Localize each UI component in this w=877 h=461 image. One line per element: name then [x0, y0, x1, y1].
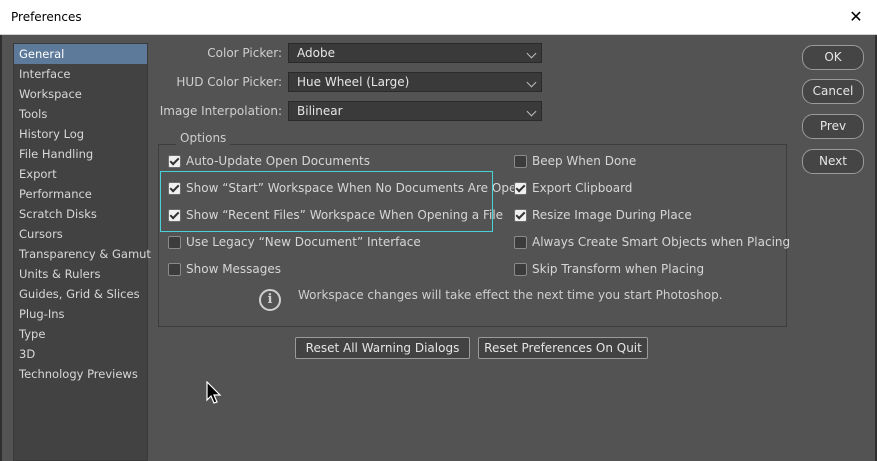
sidebar-item-3d[interactable]: 3D [14, 344, 147, 364]
color-picker-value: Adobe [297, 46, 335, 60]
checkbox-label: Export Clipboard [532, 181, 633, 195]
checkbox-label: Skip Transform when Placing [532, 262, 705, 276]
sidebar-item-guides-grid-slices[interactable]: Guides, Grid & Slices [14, 284, 147, 304]
image-interpolation-select[interactable]: Bilinear [288, 101, 542, 121]
checkbox-unchecked-icon [514, 155, 527, 168]
close-icon[interactable]: ✕ [845, 6, 867, 28]
sidebar-item-history-log[interactable]: History Log [14, 124, 147, 144]
sidebar-item-interface[interactable]: Interface [14, 64, 147, 84]
image-interpolation-row: Image Interpolation: [160, 101, 282, 121]
sidebar-item-type[interactable]: Type [14, 324, 147, 344]
reset-preferences-on-quit-button[interactable]: Reset Preferences On Quit [478, 337, 648, 359]
options-title: Options [176, 131, 231, 145]
checkbox-label: Auto-Update Open Documents [186, 154, 370, 168]
cancel-button[interactable]: Cancel [802, 79, 864, 104]
checkbox-label: Beep When Done [532, 154, 637, 168]
checkbox-unchecked-icon [168, 263, 181, 276]
prev-button[interactable]: Prev [802, 114, 864, 139]
sidebar-item-tools[interactable]: Tools [14, 104, 147, 124]
color-picker-select[interactable]: Adobe [288, 43, 542, 63]
title-bar: Preferences ✕ [0, 0, 877, 35]
checkbox-unchecked-icon [168, 236, 181, 249]
checkbox-label: Always Create Smart Objects when Placing [532, 235, 791, 249]
color-picker-label: Color Picker: [207, 46, 282, 60]
hud-color-picker-select[interactable]: Hue Wheel (Large) [288, 72, 542, 92]
chevron-down-icon [526, 77, 537, 88]
sidebar-item-cursors[interactable]: Cursors [14, 224, 147, 244]
color-picker-row: Color Picker: [160, 43, 282, 63]
checkbox-label: Resize Image During Place [532, 208, 692, 222]
next-button[interactable]: Next [802, 149, 864, 174]
sidebar-item-scratch-disks[interactable]: Scratch Disks [14, 204, 147, 224]
chevron-down-icon [526, 48, 537, 59]
info-icon: i [259, 289, 281, 311]
hud-color-picker-value: Hue Wheel (Large) [297, 75, 410, 89]
sidebar-item-technology-previews[interactable]: Technology Previews [14, 364, 147, 384]
highlight-box [160, 171, 493, 232]
sidebar-item-export[interactable]: Export [14, 164, 147, 184]
sidebar-item-general[interactable]: General [14, 44, 147, 64]
mouse-cursor-icon [206, 381, 222, 404]
checkbox-unchecked-icon [514, 263, 527, 276]
checkbox-label: Use Legacy “New Document” Interface [186, 235, 421, 249]
window-title: Preferences [11, 10, 82, 24]
sidebar-item-transparency-gamut[interactable]: Transparency & Gamut [14, 244, 151, 264]
image-interpolation-label: Image Interpolation: [159, 104, 282, 118]
checkbox-label: Show Messages [186, 262, 282, 276]
sidebar: General Interface Workspace Tools Histor… [13, 43, 151, 461]
checkbox-unchecked-icon [514, 236, 527, 249]
hud-color-picker-row: HUD Color Picker: [160, 72, 282, 92]
ok-button[interactable]: OK [802, 45, 864, 70]
checkbox-checked-icon [514, 182, 527, 195]
sidebar-item-units-rulers[interactable]: Units & Rulers [14, 264, 147, 284]
sidebar-item-performance[interactable]: Performance [14, 184, 147, 204]
sidebar-item-file-handling[interactable]: File Handling [14, 144, 147, 164]
checkbox-checked-icon [514, 209, 527, 222]
checkbox-checked-icon [168, 155, 181, 168]
info-message: Workspace changes will take effect the n… [298, 288, 723, 302]
image-interpolation-value: Bilinear [297, 104, 343, 118]
hud-color-picker-label: HUD Color Picker: [176, 75, 282, 89]
frame-left [0, 35, 2, 461]
sidebar-item-plug-ins[interactable]: Plug-Ins [14, 304, 147, 324]
sidebar-item-workspace[interactable]: Workspace [14, 84, 147, 104]
chevron-down-icon [526, 106, 537, 117]
reset-all-warning-dialogs-button[interactable]: Reset All Warning Dialogs [295, 337, 470, 359]
